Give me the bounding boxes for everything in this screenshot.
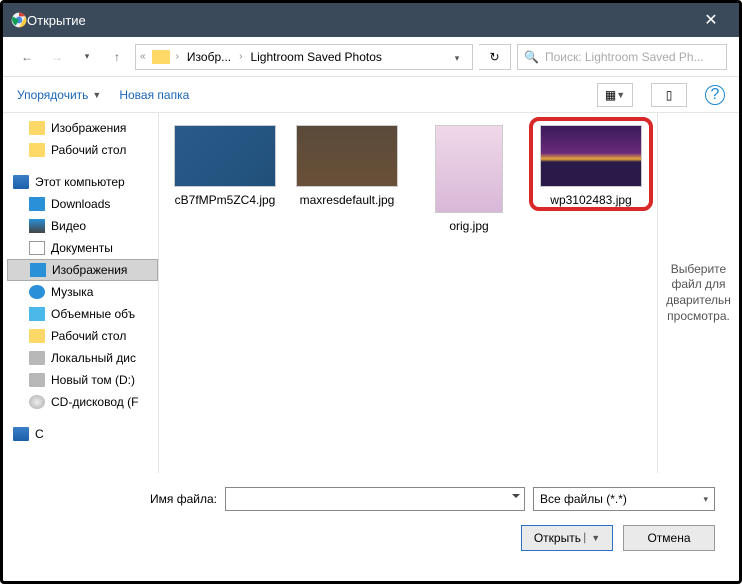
preview-pane-button[interactable]: ▯ [651, 83, 687, 107]
tree-localdisk[interactable]: Локальный дис [7, 347, 158, 369]
refresh-button[interactable]: ↻ [479, 44, 511, 70]
content: cB7fMPm5ZC4.jpg maxresdefault.jpg orig.j… [159, 113, 739, 473]
file-name: orig.jpg [415, 219, 523, 234]
chevron-left-icon: « [140, 51, 146, 62]
open-button[interactable]: Открыть ▏▼ [521, 525, 613, 551]
chevron-icon: › [176, 51, 179, 62]
folder-icon [152, 50, 170, 64]
tree-cd[interactable]: CD-дисковод (F [7, 391, 158, 413]
organize-button[interactable]: Упорядочить ▼ [17, 88, 101, 102]
file-item[interactable]: cB7fMPm5ZC4.jpg [171, 125, 279, 208]
tree-images[interactable]: Изображения [7, 259, 158, 281]
breadcrumb[interactable]: « › Изобр... › Lightroom Saved Photos ▾ [135, 44, 473, 70]
tree-this-pc[interactable]: Этот компьютер [7, 171, 158, 193]
new-folder-button[interactable]: Новая папка [119, 88, 189, 102]
navbar: ← → ▾ ↑ « › Изобр... › Lightroom Saved P… [3, 37, 739, 77]
cancel-button[interactable]: Отмена [623, 525, 715, 551]
tree-video[interactable]: Видео [7, 215, 158, 237]
tree-desktop[interactable]: Рабочий стол [7, 325, 158, 347]
chrome-icon [11, 12, 27, 28]
tree-documents[interactable]: Документы [7, 237, 158, 259]
file-item-highlighted[interactable]: wp3102483.jpg [537, 125, 645, 208]
crumb-folder[interactable]: Lightroom Saved Photos [246, 50, 385, 64]
view-button[interactable]: ▦ ▼ [597, 83, 633, 107]
help-button[interactable]: ? [705, 85, 725, 105]
window-title: Открытие [27, 13, 691, 28]
up-button[interactable]: ↑ [105, 45, 129, 69]
preview-pane: Выберите файл для дварительн просмотра. [657, 113, 739, 473]
chevron-down-icon: ▼ [92, 90, 101, 100]
main-area: Изображения Рабочий стол Этот компьютер … [3, 113, 739, 473]
close-button[interactable]: ✕ [691, 10, 731, 30]
nav-tree[interactable]: Изображения Рабочий стол Этот компьютер … [3, 113, 159, 473]
filter-select[interactable]: Все файлы (*.*) ▾ [533, 487, 715, 511]
thumbnail [540, 125, 642, 187]
chevron-down-icon: ▾ [703, 494, 708, 505]
tree-music[interactable]: Музыка [7, 281, 158, 303]
filename-label: Имя файла: [27, 492, 217, 506]
file-name: cB7fMPm5ZC4.jpg [171, 193, 279, 208]
toolbar: Упорядочить ▼ Новая папка ▦ ▼ ▯ ? [3, 77, 739, 113]
tree-downloads[interactable]: Downloads [7, 193, 158, 215]
back-button[interactable]: ← [15, 45, 39, 69]
footer: Имя файла: Все файлы (*.*) ▾ Открыть ▏▼ … [3, 473, 739, 569]
search-input[interactable]: 🔍 Поиск: Lightroom Saved Ph... [517, 44, 727, 70]
file-name: wp3102483.jpg [537, 193, 645, 208]
tree-images-quick[interactable]: Изображения [7, 117, 158, 139]
file-item[interactable]: orig.jpg [415, 125, 523, 234]
tree-vold[interactable]: Новый том (D:) [7, 369, 158, 391]
search-placeholder: Поиск: Lightroom Saved Ph... [545, 50, 704, 64]
tree-3d[interactable]: Объемные объ [7, 303, 158, 325]
crumb-images[interactable]: Изобр... [183, 50, 235, 64]
thumbnail [174, 125, 276, 187]
file-item[interactable]: maxresdefault.jpg [293, 125, 401, 208]
file-list[interactable]: cB7fMPm5ZC4.jpg maxresdefault.jpg orig.j… [159, 113, 657, 473]
file-name: maxresdefault.jpg [293, 193, 401, 208]
titlebar: Открытие ✕ [3, 3, 739, 37]
search-icon: 🔍 [524, 50, 539, 64]
breadcrumb-dropdown[interactable]: ▾ [446, 50, 468, 64]
filename-input[interactable] [225, 487, 525, 511]
chevron-icon: › [239, 51, 242, 62]
split-chevron-icon: ▏▼ [584, 533, 600, 544]
tree-desktop-quick[interactable]: Рабочий стол [7, 139, 158, 161]
thumbnail [435, 125, 503, 213]
tree-network[interactable]: С [7, 423, 158, 445]
forward-button[interactable]: → [45, 45, 69, 69]
recent-dropdown[interactable]: ▾ [75, 45, 99, 69]
thumbnail [296, 125, 398, 187]
